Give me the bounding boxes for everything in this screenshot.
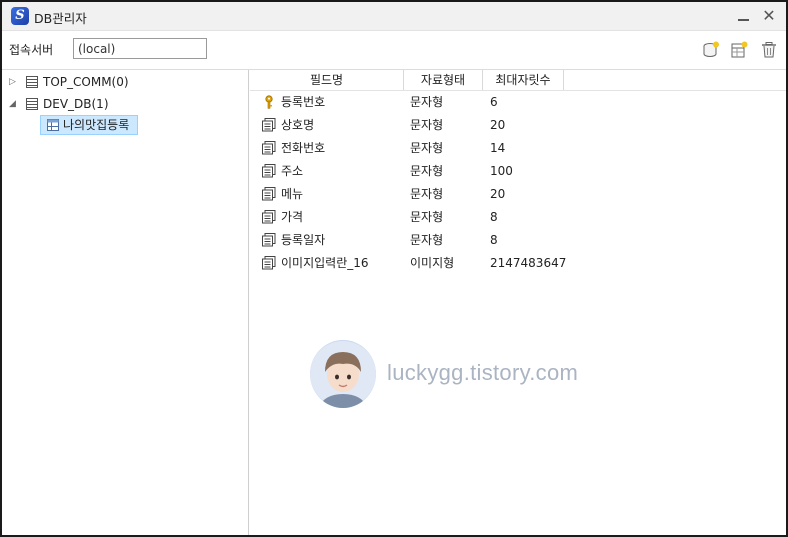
key-icon <box>265 95 273 109</box>
app-logo-icon: S <box>11 7 29 25</box>
column-header-data-type[interactable]: 자료형태 <box>404 70 483 90</box>
toolbar: 접속서버 <box>2 31 786 70</box>
field-list-pane: 필드명 자료형태 최대자릿수 등록번호 문자형 6 상호명 문자형 20 전화번… <box>250 70 786 535</box>
tree-item-selected-table[interactable]: 나의맛집등록 <box>40 115 138 135</box>
field-length: 100 <box>490 164 513 178</box>
tree-pane: ▷ TOP_COMM(0) ◢ DEV_DB(1) 나의맛집등록 <box>2 70 249 535</box>
tree-node-top-comm[interactable]: ▷ TOP_COMM(0) <box>2 72 242 92</box>
close-button[interactable]: ✕ <box>758 5 780 27</box>
watermark-text: luckygg.tistory.com <box>387 360 579 385</box>
column-header-field-name[interactable]: 필드명 <box>250 70 404 90</box>
watermark: luckygg.tistory.com <box>310 340 610 412</box>
server-input[interactable] <box>73 38 207 59</box>
add-database-icon[interactable] <box>702 41 720 59</box>
field-name: 이미지입력란_16 <box>281 256 369 270</box>
table-row[interactable]: 전화번호 문자형 14 <box>250 137 786 159</box>
field-icon <box>262 233 276 247</box>
field-icon <box>262 256 276 270</box>
tree-item-label: 나의맛집등록 <box>63 118 130 132</box>
field-length: 6 <box>490 95 498 109</box>
field-type: 이미지형 <box>410 256 455 270</box>
field-name: 상호명 <box>281 118 315 132</box>
field-name: 주소 <box>281 164 304 178</box>
database-icon <box>26 76 38 88</box>
tree-node-label: TOP_COMM(0) <box>43 75 129 89</box>
table-row[interactable]: 등록일자 문자형 8 <box>250 229 786 251</box>
table-row[interactable]: 주소 문자형 100 <box>250 160 786 182</box>
window-title: DB관리자 <box>34 11 87 26</box>
table-row[interactable]: 메뉴 문자형 20 <box>250 183 786 205</box>
field-name: 가격 <box>281 210 304 224</box>
tree-node-dev-db[interactable]: ◢ DEV_DB(1) <box>2 94 242 114</box>
trash-icon[interactable] <box>760 41 778 59</box>
field-length: 2147483647 <box>490 256 567 270</box>
field-icon <box>262 164 276 178</box>
db-manager-window: S DB관리자 ✕ 접속서버 ▷ <box>0 0 788 537</box>
collapse-arrow-icon[interactable]: ◢ <box>9 94 16 114</box>
field-name: 메뉴 <box>281 187 304 201</box>
title-bar: S DB관리자 ✕ <box>2 2 786 31</box>
field-type: 문자형 <box>410 210 444 224</box>
field-type: 문자형 <box>410 95 444 109</box>
table-row[interactable]: 등록번호 문자형 6 <box>250 91 786 113</box>
minimize-button[interactable] <box>732 5 754 27</box>
field-type: 문자형 <box>410 141 444 155</box>
tree-node-label: DEV_DB(1) <box>43 97 109 111</box>
avatar-illustration-icon <box>310 341 376 408</box>
field-icon <box>262 210 276 224</box>
table-icon <box>47 119 59 131</box>
field-icon <box>262 187 276 201</box>
expand-arrow-icon[interactable]: ▷ <box>9 72 16 92</box>
field-type: 문자형 <box>410 118 444 132</box>
table-row[interactable]: 가격 문자형 8 <box>250 206 786 228</box>
field-length: 14 <box>490 141 506 155</box>
field-name: 등록일자 <box>281 233 326 247</box>
table-row[interactable]: 이미지입력란_16 이미지형 2147483647 <box>250 252 786 274</box>
avatar <box>310 340 376 408</box>
field-length: 8 <box>490 210 498 224</box>
field-name: 전화번호 <box>281 141 326 155</box>
add-table-icon[interactable] <box>730 41 748 59</box>
server-label: 접속서버 <box>9 43 54 57</box>
field-icon <box>262 141 276 155</box>
field-type: 문자형 <box>410 164 444 178</box>
field-icon <box>262 118 276 132</box>
column-header-max-length[interactable]: 최대자릿수 <box>483 70 564 90</box>
table-row[interactable]: 상호명 문자형 20 <box>250 114 786 136</box>
field-length: 20 <box>490 118 506 132</box>
field-type: 문자형 <box>410 233 444 247</box>
field-length: 20 <box>490 187 506 201</box>
database-icon <box>26 98 38 110</box>
field-length: 8 <box>490 233 498 247</box>
field-name: 등록번호 <box>281 95 326 109</box>
field-type: 문자형 <box>410 187 444 201</box>
